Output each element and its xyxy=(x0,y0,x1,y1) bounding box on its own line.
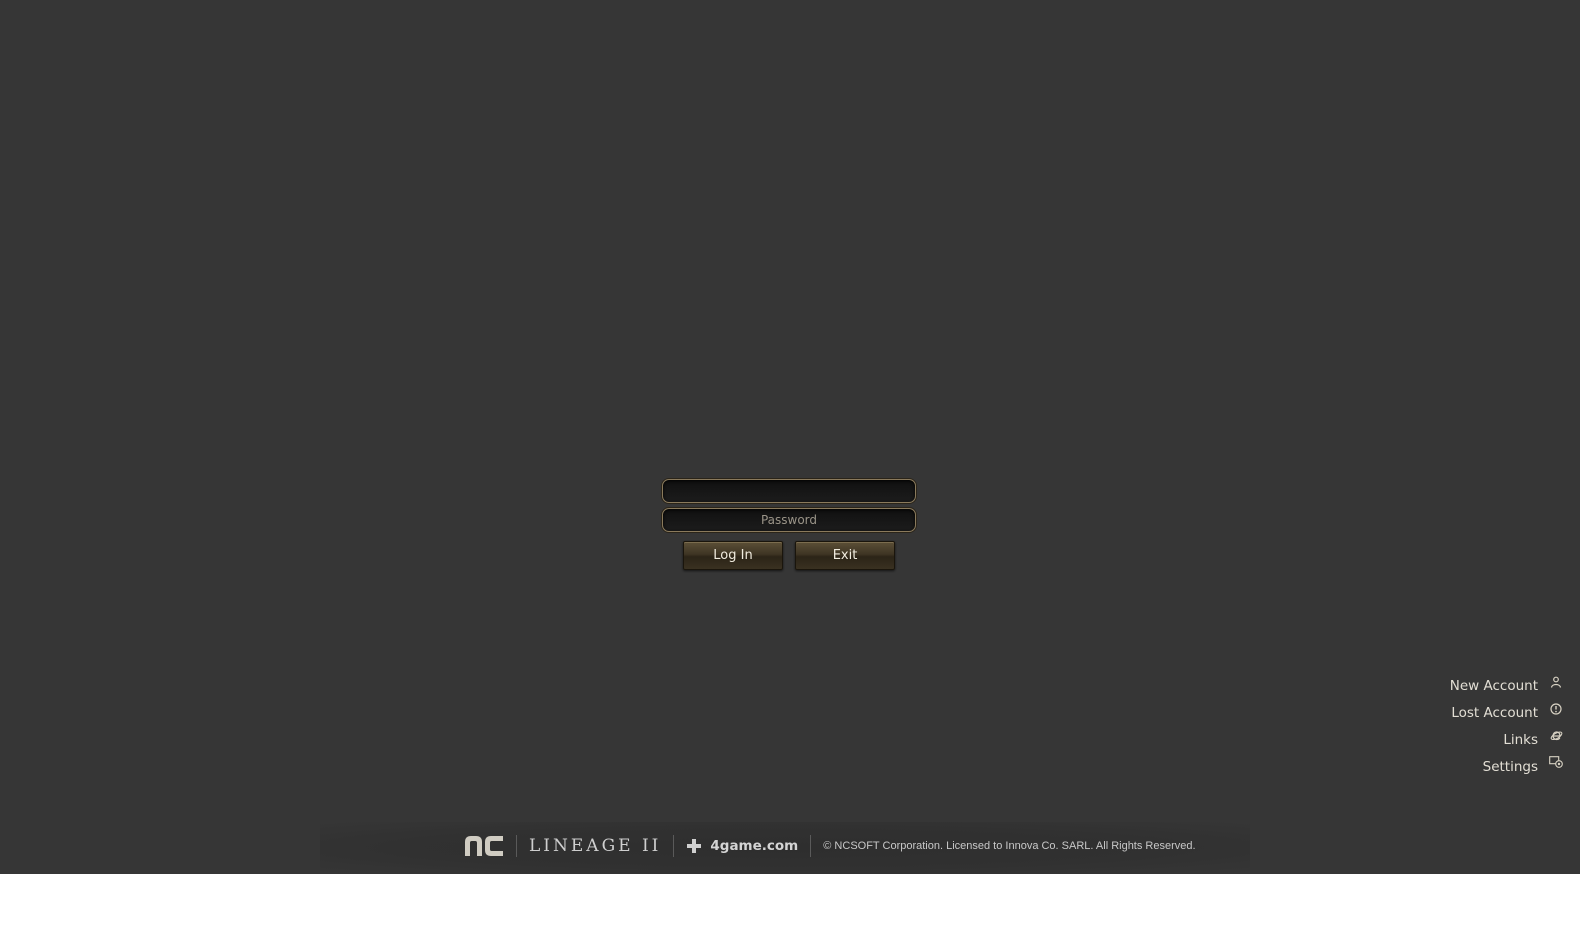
exit-button[interactable]: Exit xyxy=(795,541,895,570)
4game-icon xyxy=(687,839,702,853)
nc-logo xyxy=(464,835,504,857)
info-icon xyxy=(1548,701,1564,717)
menu-item-label: Links xyxy=(1503,731,1538,748)
login-form: Log In Exit xyxy=(662,479,916,570)
side-menu: New Account Lost Account Links Settings xyxy=(1344,672,1564,780)
menu-item-settings[interactable]: Settings xyxy=(1344,753,1564,780)
4game-logo: 4game.com xyxy=(686,838,798,854)
login-button[interactable]: Log In xyxy=(683,541,783,570)
4game-label: 4game.com xyxy=(710,838,799,854)
footer-divider xyxy=(810,835,812,857)
lineage-logo: LINEAGE II xyxy=(529,836,662,856)
login-buttons: Log In Exit xyxy=(662,541,916,570)
username-input[interactable] xyxy=(663,480,915,502)
menu-item-lost-account[interactable]: Lost Account xyxy=(1344,699,1564,726)
footer-divider xyxy=(673,835,675,857)
password-field-frame xyxy=(662,508,916,532)
menu-item-label: New Account xyxy=(1449,677,1538,694)
internet-explorer-icon xyxy=(1548,728,1564,744)
password-input[interactable] xyxy=(663,509,915,531)
menu-item-label: Lost Account xyxy=(1451,704,1538,721)
settings-icon xyxy=(1548,755,1564,771)
menu-item-label: Settings xyxy=(1482,758,1538,775)
copyright-text: © NCSOFT Corporation. Licensed to Innova… xyxy=(823,840,1196,852)
user-icon xyxy=(1548,674,1564,690)
footer: LINEAGE II 4game.com © NCSOFT Corporatio… xyxy=(320,822,1250,874)
menu-item-links[interactable]: Links xyxy=(1344,726,1564,753)
username-field-frame xyxy=(662,479,916,503)
footer-divider xyxy=(516,835,517,857)
menu-item-new-account[interactable]: New Account xyxy=(1344,672,1564,699)
footer-bar: LINEAGE II 4game.com © NCSOFT Corporatio… xyxy=(464,834,1196,858)
login-screen: Log In Exit New Account Lost Account Lin… xyxy=(0,0,1580,874)
